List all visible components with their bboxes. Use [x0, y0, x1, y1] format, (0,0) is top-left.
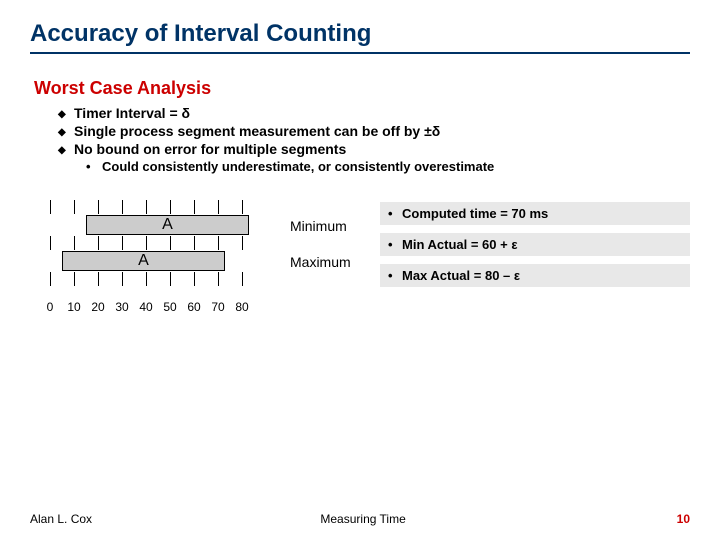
footer-title: Measuring Time	[320, 512, 405, 526]
bullet-icon: ◆	[58, 105, 74, 120]
fact-text: Min Actual = 60 + ε	[402, 237, 518, 252]
diagram-area: A A 0 10 20 30 40 50 60 70 80 Minimum Ma…	[30, 192, 690, 320]
slide-title: Accuracy of Interval Counting	[30, 20, 690, 48]
axis-tick: 60	[187, 300, 200, 314]
axis-tick: 50	[163, 300, 176, 314]
bar-minimum: A	[86, 215, 249, 235]
bullet-text: Timer Interval = δ	[74, 105, 190, 121]
tick-row-bot	[50, 272, 290, 286]
axis-tick: 30	[115, 300, 128, 314]
minimum-label: Minimum	[290, 208, 380, 244]
subbullet-list: •Could consistently underestimate, or co…	[86, 159, 690, 174]
title-rule	[30, 52, 690, 54]
axis-tick: 70	[211, 300, 224, 314]
axis-tick: 0	[47, 300, 54, 314]
subtitle: Worst Case Analysis	[34, 78, 690, 99]
footer-author: Alan L. Cox	[30, 512, 92, 526]
footer: Alan L. Cox Measuring Time 10	[30, 512, 690, 526]
page-number: 10	[677, 512, 690, 526]
fact-text: Computed time = 70 ms	[402, 206, 548, 221]
axis-tick: 10	[67, 300, 80, 314]
bullet-list: ◆Timer Interval = δ ◆Single process segm…	[58, 105, 690, 157]
bullet-icon: ◆	[58, 141, 74, 156]
facts-column: •Computed time = 70 ms •Min Actual = 60 …	[380, 192, 690, 295]
bullet-icon: •	[86, 159, 102, 174]
tick-row-mid	[50, 236, 290, 250]
timeline-diagram: A A 0 10 20 30 40 50 60 70 80	[30, 192, 290, 320]
minmax-labels: Minimum Maximum	[290, 192, 380, 280]
maximum-label: Maximum	[290, 244, 380, 280]
bar-maximum: A	[62, 251, 225, 271]
fact-text: Max Actual = 80 – ε	[402, 268, 520, 283]
axis-tick: 40	[139, 300, 152, 314]
fact-row: •Min Actual = 60 + ε	[380, 233, 690, 256]
axis-labels: 0 10 20 30 40 50 60 70 80	[50, 300, 290, 320]
fact-row: •Max Actual = 80 – ε	[380, 264, 690, 287]
bullet-text: Single process segment measurement can b…	[74, 123, 440, 139]
axis-tick: 20	[91, 300, 104, 314]
tick-row-top	[50, 200, 290, 214]
subbullet-text: Could consistently underestimate, or con…	[102, 159, 494, 174]
fact-row: •Computed time = 70 ms	[380, 202, 690, 225]
axis-tick: 80	[235, 300, 248, 314]
bullet-text: No bound on error for multiple segments	[74, 141, 346, 157]
bullet-icon: ◆	[58, 123, 74, 138]
